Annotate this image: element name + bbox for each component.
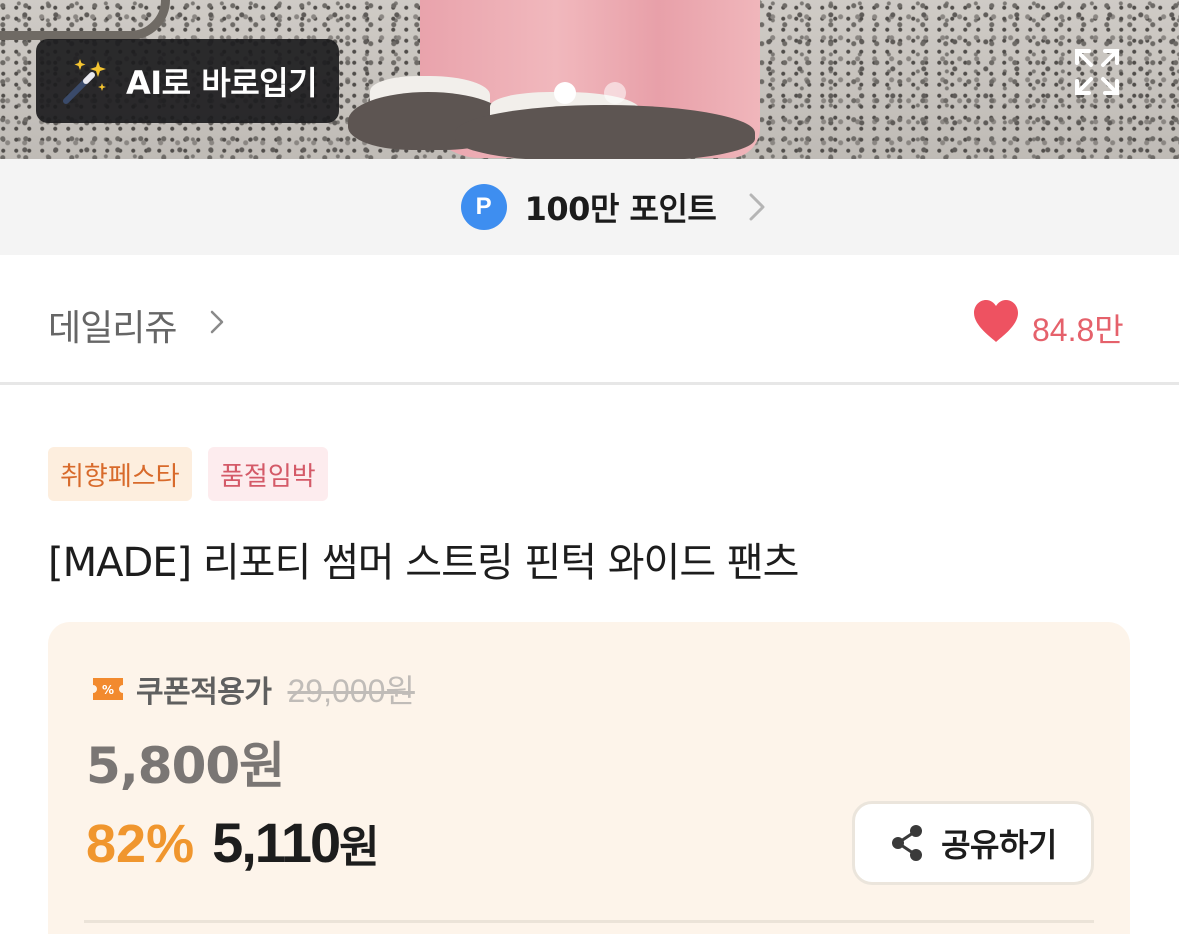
product-detail-page: AI로 바로입기 P 100만 포인트 데일리쥬 84.8만 취향페스타 품절임…	[0, 0, 1179, 934]
currency-unit: 원	[339, 822, 380, 873]
share-label: 공유하기	[941, 826, 1057, 864]
final-price-group: 5,110원	[212, 810, 380, 875]
badge-almost-sold-out: 품절임박	[208, 447, 328, 501]
badge-taste-festa: 취향페스타	[48, 447, 192, 501]
ai-try-on-label: AI로 바로입기	[126, 64, 318, 102]
magic-wand-icon	[63, 59, 106, 104]
price-box: % 쿠폰적용가 29,000원 5,800원 82% 5,110원 공유하기	[48, 622, 1130, 934]
product-title: [MADE] 리포티 썸머 스트링 핀턱 와이드 팬츠	[48, 540, 799, 586]
coupon-price-row: % 쿠폰적용가 29,000원	[90, 666, 415, 712]
divider	[84, 920, 1094, 923]
carousel-indicator	[554, 82, 626, 104]
expand-icon[interactable]	[1073, 47, 1121, 97]
original-price: 29,000원	[287, 673, 415, 709]
svg-text:%: %	[102, 683, 114, 697]
chevron-right-icon	[749, 193, 765, 221]
points-badge-icon: P	[460, 184, 507, 230]
points-banner-content: P 100만 포인트	[460, 184, 769, 230]
final-price: 5,110	[212, 811, 341, 874]
points-banner[interactable]: P 100만 포인트	[0, 159, 1179, 255]
chevron-right-icon[interactable]	[208, 308, 226, 336]
carousel-dot[interactable]	[604, 82, 626, 104]
final-price-row: 82% 5,110원	[86, 810, 380, 875]
coupon-price-label: 쿠폰적용가	[136, 675, 272, 710]
product-photo-shoe-sole	[455, 105, 755, 159]
share-icon	[892, 825, 923, 861]
coupon-price: 5,800원	[86, 737, 285, 795]
ai-try-on-button[interactable]: AI로 바로입기	[36, 39, 339, 123]
background-rail	[0, 0, 170, 40]
points-text: 100만 포인트	[524, 190, 717, 228]
product-image-carousel[interactable]: AI로 바로입기	[0, 0, 1179, 159]
coupon-icon: %	[93, 678, 123, 700]
carousel-dot-active[interactable]	[554, 82, 576, 104]
share-button[interactable]: 공유하기	[852, 801, 1094, 885]
discount-rate: 82%	[86, 814, 195, 874]
like-count: 84.8만	[1032, 312, 1124, 348]
shop-name-link[interactable]: 데일리쥬	[48, 299, 177, 351]
heart-icon[interactable]	[972, 298, 1020, 344]
